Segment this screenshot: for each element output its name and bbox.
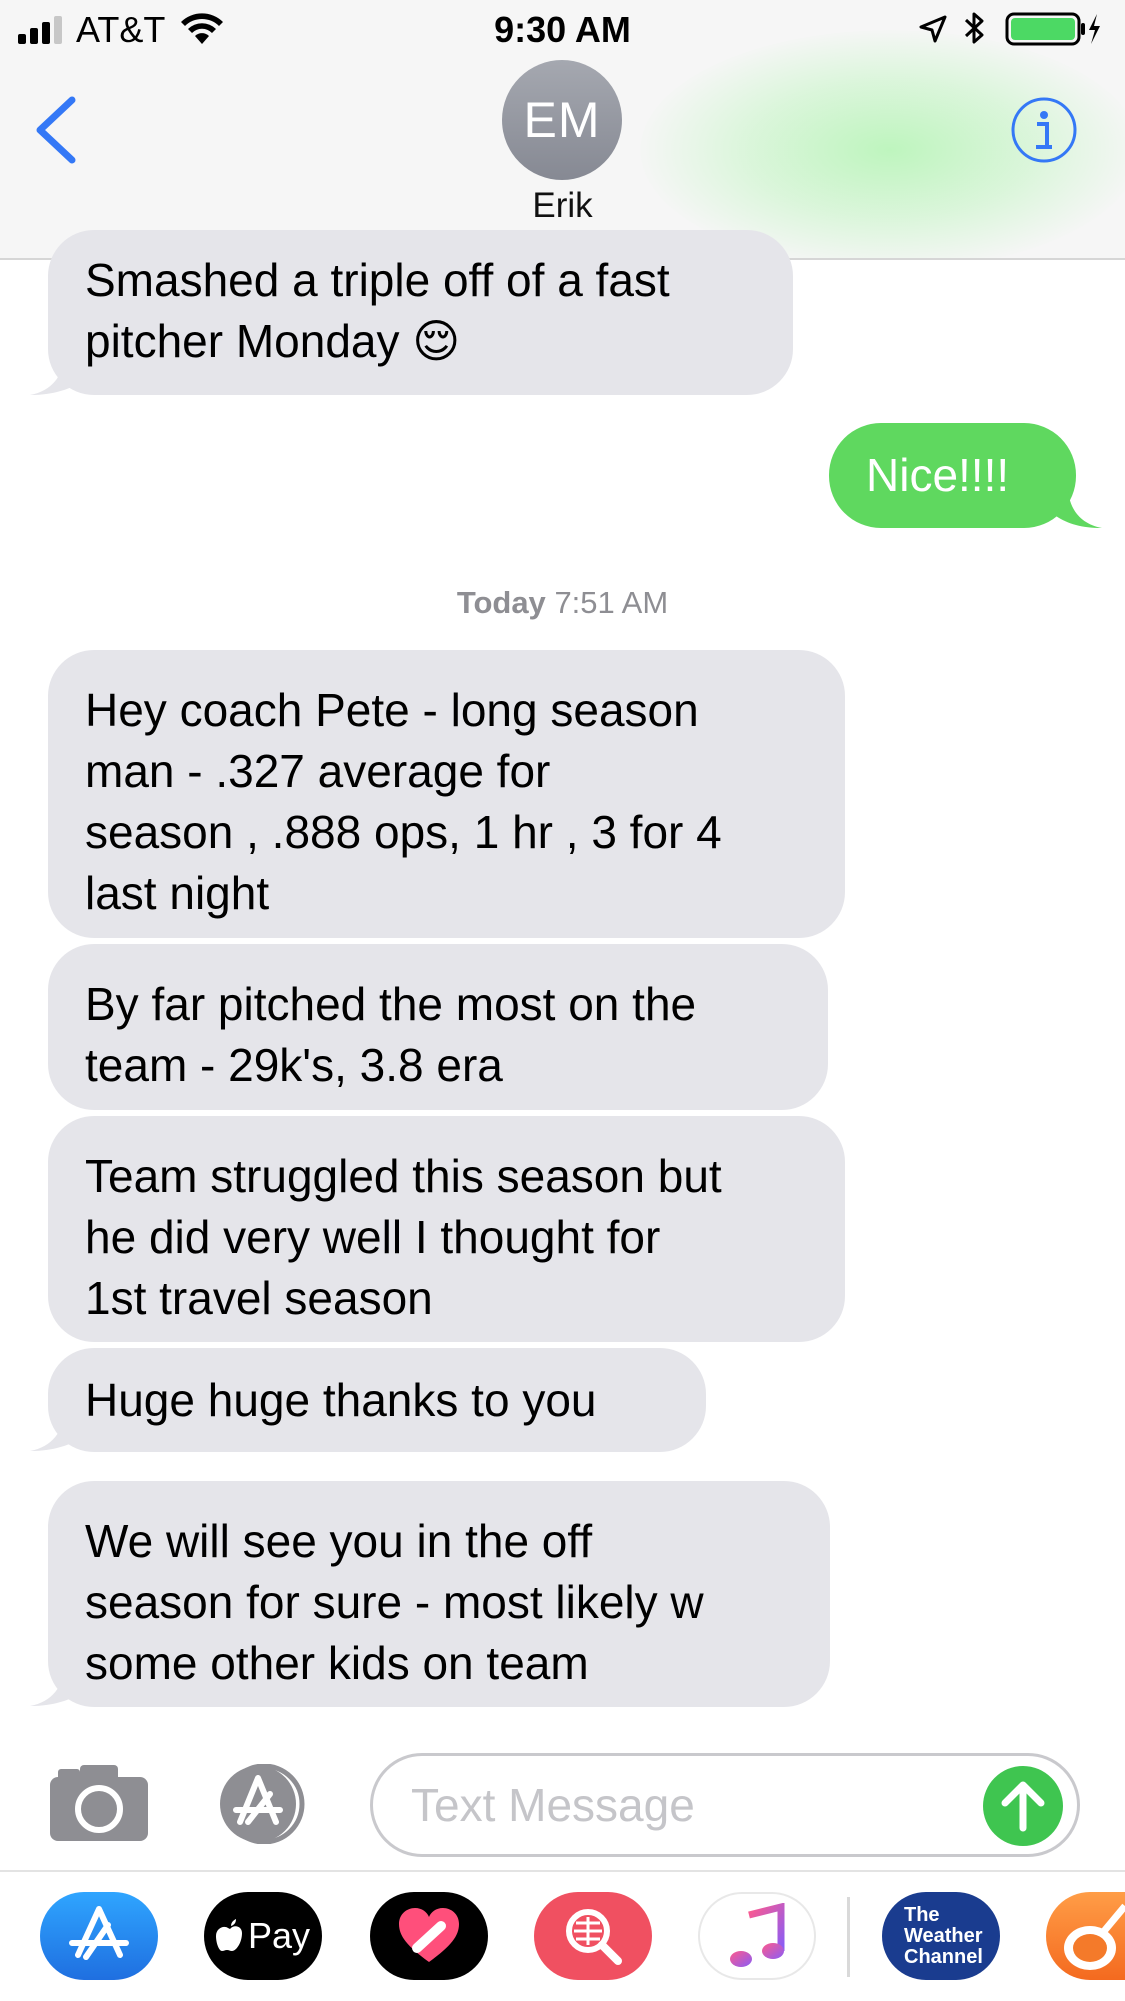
garageband-app[interactable] (1046, 1892, 1125, 1980)
received-message[interactable]: Team struggled this season but he did ve… (48, 1116, 845, 1342)
music-app[interactable] (698, 1892, 816, 1980)
message-text: Smashed a triple off of a fast pitcher M… (85, 254, 670, 367)
weather-channel-label-1: The (904, 1903, 940, 1926)
weather-channel-label-3: Channel (904, 1945, 983, 1968)
contact-name[interactable]: Erik (0, 186, 1125, 226)
timestamp-time: 7:51 AM (554, 585, 669, 620)
message-input-placeholder: Text Message (411, 1779, 695, 1831)
apple-pay-label: Pay (247, 1915, 311, 1956)
send-button[interactable] (983, 1766, 1063, 1846)
sent-message[interactable]: Nice!!!! (829, 423, 1076, 528)
apps-button[interactable] (210, 1763, 316, 1845)
message-text: We will see you in the off season for su… (85, 1515, 704, 1689)
images-search-app[interactable] (534, 1892, 652, 1980)
received-message[interactable]: We will see you in the off season for su… (48, 1481, 830, 1707)
bubble-tail (30, 1411, 76, 1451)
received-message[interactable]: By far pitched the most on the team - 29… (48, 944, 828, 1110)
clock: 9:30 AM (494, 9, 631, 50)
weather-channel-label-2: Weather (904, 1924, 983, 1947)
received-message[interactable]: Hey coach Pete - long season man - .327 … (48, 650, 845, 938)
weather-channel-app[interactable]: The Weather Channel (882, 1892, 1000, 1980)
info-button[interactable] (1009, 95, 1079, 165)
received-message[interactable]: Smashed a triple off of a fast pitcher M… (48, 230, 793, 395)
app-drawer-separator (847, 1897, 850, 1977)
music-icon (730, 1903, 785, 1967)
app-store-icon (69, 1906, 129, 1960)
battery-icon (1005, 12, 1101, 46)
timestamp-day: Today (456, 585, 546, 620)
back-button[interactable] (30, 94, 80, 164)
apple-pay-app[interactable]: Pay (204, 1892, 322, 1980)
bluetooth-icon (962, 10, 988, 46)
location-arrow-icon (918, 14, 948, 44)
digital-touch-app[interactable] (370, 1892, 488, 1980)
message-text: By far pitched the most on the team - 29… (85, 978, 697, 1091)
apple-pay-icon (215, 1919, 242, 1951)
camera-button[interactable] (50, 1765, 148, 1841)
digital-touch-icon (399, 1908, 459, 1962)
images-search-icon (566, 1909, 622, 1965)
message-text: Team struggled this season but he did ve… (85, 1150, 722, 1324)
app-store-app[interactable] (40, 1892, 158, 1980)
info-circle-icon (1011, 97, 1077, 163)
camera-icon (50, 1765, 148, 1841)
message-text: Hey coach Pete - long season man - .327 … (85, 684, 722, 919)
conversation-timestamp: Today 7:51 AM (0, 585, 1125, 621)
app-store-icon (220, 1763, 305, 1845)
arrow-up-icon (1001, 1781, 1045, 1832)
bubble-tail (30, 355, 76, 395)
message-text: Huge huge thanks to you (85, 1374, 597, 1426)
drawer-divider (0, 1870, 1125, 1872)
conversation-header: AT&T 9:30 AM EM Erik (0, 0, 1125, 260)
message-text: Nice!!!! (866, 449, 1010, 501)
bubble-tail (1056, 486, 1102, 528)
bubble-tail (30, 1666, 76, 1706)
garageband-icon (1064, 1903, 1125, 1970)
received-message[interactable]: Huge huge thanks to you (48, 1348, 706, 1452)
chevron-left-icon (36, 96, 76, 164)
message-input[interactable]: Text Message (370, 1753, 1080, 1857)
contact-avatar[interactable]: EM (502, 60, 622, 180)
